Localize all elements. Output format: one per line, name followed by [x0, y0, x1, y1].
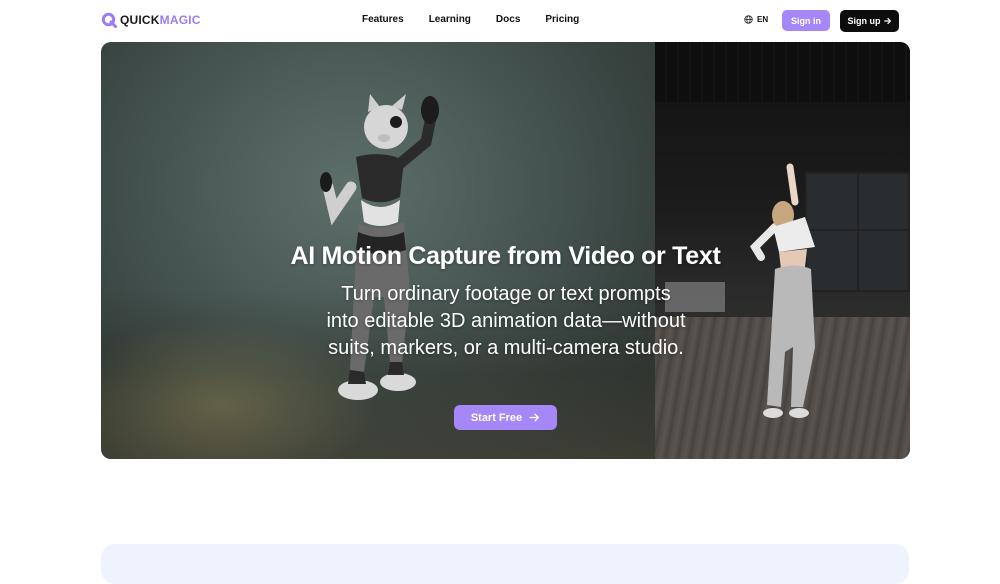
arrow-right-icon [529, 413, 540, 422]
hero-title: AI Motion Capture from Video or Text [290, 242, 721, 270]
hero-text-overlay: AI Motion Capture from Video or Text Tur… [101, 42, 910, 459]
hero-banner: AI Motion Capture from Video or Text Tur… [101, 42, 910, 459]
arrow-right-icon [883, 18, 891, 24]
hero-subtitle: Turn ordinary footage or text prompts in… [326, 283, 686, 359]
next-section-card [101, 544, 909, 584]
start-free-label: Start Free [470, 411, 523, 424]
main-menu: Features Learning Docs Pricing [362, 14, 579, 25]
start-free-button[interactable]: Start Free [454, 405, 557, 430]
top-navbar: QUICKMAGIC Features Learning Docs Pricin… [0, 0, 1000, 42]
sign-in-label: Sign in [791, 15, 821, 26]
language-selector[interactable]: EN [744, 15, 768, 24]
sign-up-label: Sign up [847, 16, 881, 26]
sign-up-button[interactable]: Sign up [840, 10, 899, 32]
nav-item-features[interactable]: Features [362, 14, 404, 25]
globe-icon [744, 15, 753, 24]
language-label: EN [757, 15, 769, 24]
nav-item-docs[interactable]: Docs [496, 14, 520, 25]
logo[interactable]: QUICKMAGIC [101, 12, 201, 28]
nav-item-pricing[interactable]: Pricing [545, 14, 579, 25]
nav-item-learning[interactable]: Learning [429, 14, 471, 25]
logo-icon [101, 12, 117, 28]
sign-in-button[interactable]: Sign in [782, 10, 830, 31]
brand-name: QUICKMAGIC [120, 13, 201, 27]
